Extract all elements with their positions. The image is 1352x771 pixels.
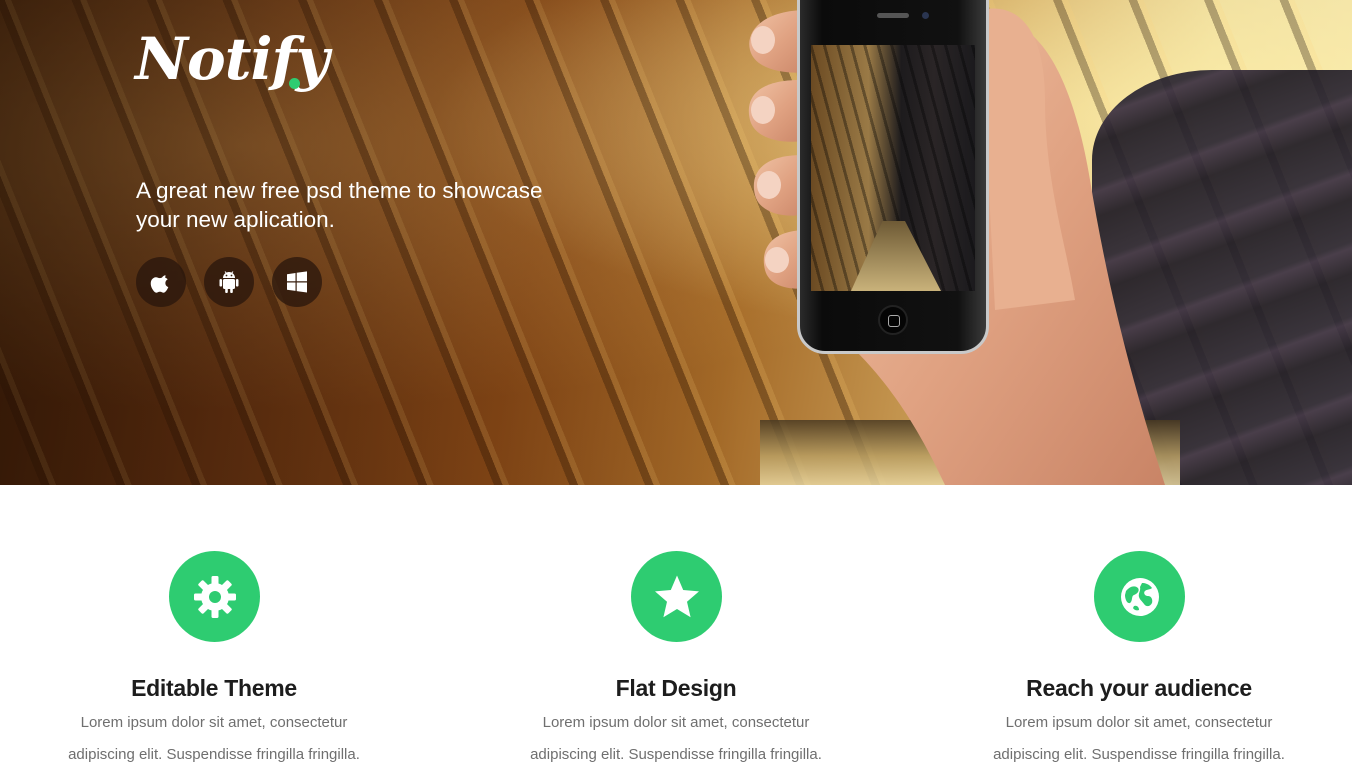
features-section: Editable Theme Lorem ipsum dolor sit ame… [0,485,1352,768]
feature-title: Flat Design [615,675,737,701]
platform-buttons [136,257,322,307]
feature-description: Lorem ipsum dolor sit amet, consectetur … [486,707,866,771]
android-button[interactable] [204,257,254,307]
globe-icon [1120,577,1159,616]
hero-tagline-line-1: A great new free psd theme to showcase [136,178,543,203]
phone-mockup [797,0,989,354]
apple-button[interactable] [136,257,186,307]
feature-description-line-1: Lorem ipsum dolor sit amet, consectetur [1005,714,1273,731]
phone-home-button [878,305,908,335]
phone-screen [811,45,975,291]
feature-description: Lorem ipsum dolor sit amet, consectetur … [949,707,1329,771]
android-icon [219,271,239,293]
feature-icon-circle [169,551,260,642]
feature-description-line-1: Lorem ipsum dolor sit amet, consectetur [80,714,348,731]
windows-icon [287,271,307,293]
phone-speaker [877,13,909,18]
hero-tagline-line-2: your new aplication. [136,207,335,232]
feature-icon-circle [1094,551,1185,642]
windows-button[interactable] [272,257,322,307]
hero-tagline: A great new free psd theme to showcase y… [136,176,616,234]
phone-camera [922,12,929,19]
feature-description-line-2: adipiscing elit. Suspendisse fringilla f… [68,746,360,763]
feature-description-line-2: adipiscing elit. Suspendisse fringilla f… [993,746,1285,763]
feature-title: Reach your audience [1026,675,1252,701]
apple-icon [150,275,169,293]
feature-description-line-2: adipiscing elit. Suspendisse fringilla f… [530,746,822,763]
feature-description-line-1: Lorem ipsum dolor sit amet, consectetur [542,714,810,731]
hero-banner: Notify A great new free psd theme to sho… [0,0,1352,485]
feature-title: Editable Theme [131,675,297,701]
gear-icon [193,575,236,618]
feature-icon-circle [631,551,722,642]
logo-dot [289,78,300,89]
logo[interactable]: Notify [135,30,329,88]
star-icon [654,575,699,617]
feature-description: Lorem ipsum dolor sit amet, consectetur … [24,707,404,771]
